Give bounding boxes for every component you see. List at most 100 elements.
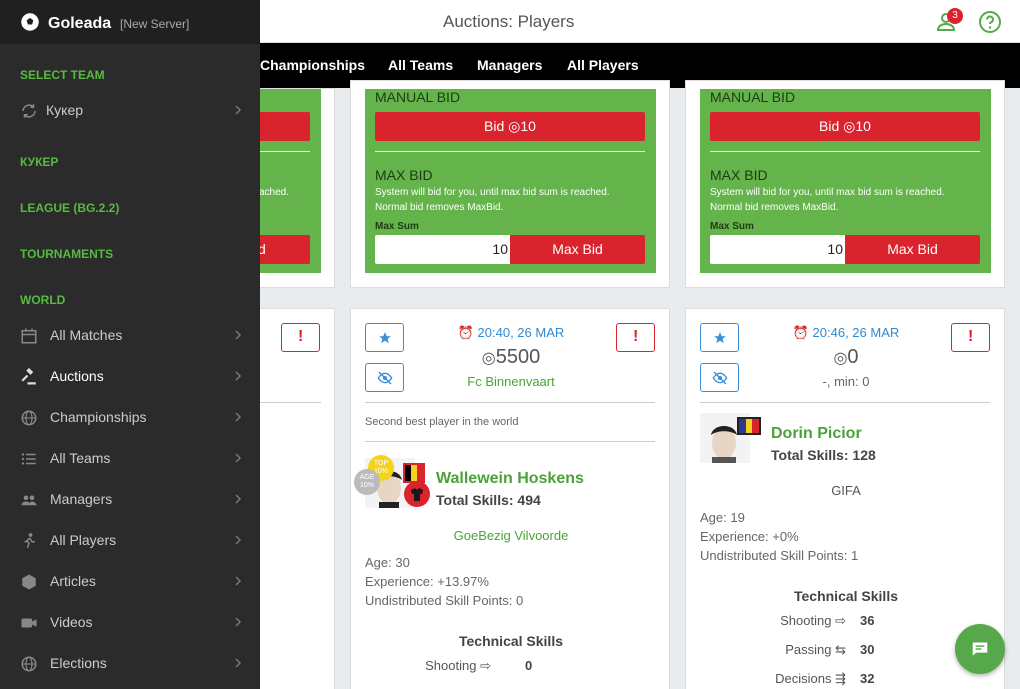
hide-button[interactable] bbox=[700, 363, 739, 392]
sidebar-item-all-teams[interactable]: All Teams bbox=[0, 441, 260, 477]
time-text: 20:46, 26 MAR bbox=[812, 325, 900, 340]
passing-icon: ⇆ bbox=[835, 642, 846, 657]
player-usp: Undistributed Skill Points: 1 bbox=[700, 548, 859, 563]
skill-label: Decisions bbox=[775, 671, 832, 686]
divider bbox=[365, 402, 655, 403]
sidebar-item-articles[interactable]: Articles bbox=[0, 564, 260, 600]
auction-card: MANUAL BID Bid ◎10 MAX BID System will b… bbox=[350, 80, 670, 288]
sidebar-item-videos[interactable]: Videos bbox=[0, 605, 260, 641]
exclamation-icon: ! bbox=[298, 328, 304, 345]
select-team-label: SELECT TEAM bbox=[20, 68, 105, 82]
player-name[interactable]: Wallewein Hoskens bbox=[436, 470, 584, 488]
sidebar-header: Goleada [New Server] bbox=[0, 0, 260, 44]
auction-card: MANUAL BID Bid ◎10 MAX BID System will b… bbox=[685, 80, 1005, 288]
chevron-right-icon bbox=[235, 494, 242, 504]
sidebar-section-league[interactable]: LEAGUE (BG.2.2) bbox=[20, 201, 119, 215]
coin-icon: ◎ bbox=[833, 350, 848, 367]
total-skills: Total Skills: 494 bbox=[436, 492, 541, 508]
seller-team: -, min: 0 bbox=[822, 374, 870, 389]
auction-card-dorin: ! ⏰ 20:46, 26 MAR ◎0 -, min: 0 Dorin Pic… bbox=[685, 308, 1005, 689]
nav-all-players[interactable]: All Players bbox=[567, 57, 639, 73]
nav-championships[interactable]: Championships bbox=[260, 57, 365, 73]
chat-button[interactable] bbox=[955, 624, 1005, 674]
sidebar-section-team[interactable]: КУКЕР bbox=[20, 155, 58, 169]
flag-belgium-icon bbox=[403, 463, 425, 483]
shooting-icon: ⇨ bbox=[835, 613, 846, 628]
skill-passing-value: 30 bbox=[860, 642, 875, 657]
player-name[interactable]: Dorin Picior bbox=[771, 425, 862, 443]
auction-price: ◎0 bbox=[776, 346, 916, 369]
max-bid-title: MAX BID bbox=[710, 167, 768, 183]
player-experience: Experience: +0% bbox=[700, 529, 799, 544]
manual-bid-title: MANUAL BID bbox=[710, 89, 796, 105]
sidebar-item-championships[interactable]: Championships bbox=[0, 400, 260, 436]
exclamation-icon: ! bbox=[968, 328, 974, 345]
box-icon bbox=[22, 574, 36, 590]
bid-button[interactable]: Bid ◎10 bbox=[710, 112, 980, 141]
chevron-right-icon bbox=[235, 535, 242, 545]
bid-button[interactable]: Bid ◎10 bbox=[375, 112, 645, 141]
player-team[interactable]: GoeBezig Vilvoorde bbox=[411, 528, 611, 543]
skill-shooting-value: 0 bbox=[525, 658, 533, 673]
report-button[interactable]: ! bbox=[616, 323, 655, 352]
report-button[interactable]: ! bbox=[281, 323, 320, 352]
favorite-button[interactable] bbox=[365, 323, 404, 352]
max-sum-input[interactable]: 10 bbox=[710, 235, 845, 264]
sidebar-section-tournaments[interactable]: TOURNAMENTS bbox=[20, 247, 113, 261]
divider bbox=[365, 441, 655, 442]
brand-name[interactable]: Goleada bbox=[48, 15, 111, 33]
age-badge: AGE 10% bbox=[354, 469, 380, 495]
auction-time: ⏰ 20:46, 26 MAR bbox=[776, 325, 916, 341]
skill-decisions: Decisions ⇶ bbox=[726, 671, 846, 687]
video-icon bbox=[21, 618, 37, 628]
sidebar-item-label: All Matches bbox=[50, 327, 123, 343]
maxbid-description-1: System will bid for you, until max bid s… bbox=[710, 187, 945, 198]
team-switch-label: Кукер bbox=[46, 102, 84, 118]
max-sum-label: Max Sum bbox=[710, 221, 754, 232]
chevron-right-icon bbox=[235, 371, 242, 381]
skill-shooting: Shooting ⇨ bbox=[726, 613, 846, 629]
sidebar-item-team-switch[interactable]: Кукер bbox=[0, 93, 260, 129]
player-age: Age: 19 bbox=[700, 510, 745, 525]
favorite-button[interactable] bbox=[700, 323, 739, 352]
max-bid-button[interactable]: Max Bid bbox=[510, 235, 645, 264]
nav-managers[interactable]: Managers bbox=[477, 57, 542, 73]
auction-note: Second best player in the world bbox=[365, 416, 519, 428]
gavel-icon bbox=[21, 368, 36, 385]
divider bbox=[375, 151, 645, 152]
auction-card-wallewein: ! ⏰ 20:40, 26 MAR ◎5500 Fc Binnenvaart S… bbox=[350, 308, 670, 689]
report-button[interactable]: ! bbox=[951, 323, 990, 352]
eye-off-icon bbox=[712, 371, 728, 385]
running-player-icon bbox=[24, 533, 35, 548]
nav-all-teams[interactable]: All Teams bbox=[388, 57, 453, 73]
player-team[interactable]: GIFA bbox=[746, 483, 946, 498]
sidebar-item-managers[interactable]: Managers bbox=[0, 482, 260, 518]
sidebar-item-elections[interactable]: Elections bbox=[0, 646, 260, 682]
sidebar-item-all-matches[interactable]: All Matches bbox=[0, 318, 260, 354]
max-sum-input[interactable]: 10 bbox=[375, 235, 510, 264]
chevron-right-icon bbox=[235, 617, 242, 627]
bid-panel: MANUAL BID Bid ◎10 MAX BID System will b… bbox=[365, 89, 656, 273]
maxbid-description-2: Normal bid removes MaxBid. bbox=[375, 202, 504, 213]
coin-icon: ◎ bbox=[481, 350, 496, 367]
maxbid-description: ached. bbox=[259, 187, 290, 198]
sidebar-item-auctions[interactable]: Auctions bbox=[0, 359, 260, 395]
seller-team[interactable]: Fc Binnenvaart bbox=[411, 374, 611, 389]
chevron-right-icon bbox=[235, 412, 242, 422]
divider bbox=[700, 402, 990, 403]
skill-label: Shooting bbox=[780, 613, 832, 628]
maxbid-description-2: Normal bid removes MaxBid. bbox=[710, 202, 839, 213]
soccer-ball-icon bbox=[21, 13, 39, 31]
max-bid-title: MAX BID bbox=[375, 167, 433, 183]
hide-button[interactable] bbox=[365, 363, 404, 392]
calendar-icon bbox=[21, 328, 37, 344]
max-bid-button[interactable]: Max Bid bbox=[845, 235, 980, 264]
sidebar-section-world: WORLD bbox=[20, 293, 66, 307]
skill-shooting-value: 36 bbox=[860, 613, 875, 628]
chat-icon bbox=[972, 642, 988, 656]
skill-decisions-value: 32 bbox=[860, 671, 875, 686]
help-icon[interactable] bbox=[978, 10, 1002, 34]
bid-panel: MANUAL BID Bid ◎10 MAX BID System will b… bbox=[700, 89, 991, 273]
sidebar-item-all-players[interactable]: All Players bbox=[0, 523, 260, 559]
manual-bid-title: MANUAL BID bbox=[375, 89, 461, 105]
